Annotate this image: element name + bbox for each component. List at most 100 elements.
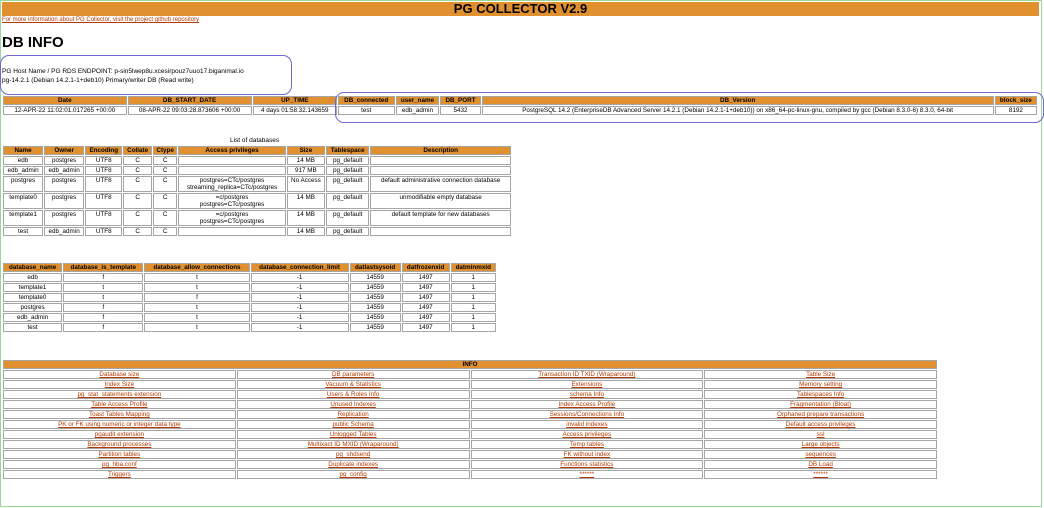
info-link[interactable]: pgaudit extension	[3, 430, 236, 439]
info-link[interactable]: Unlogged Tables	[236, 430, 470, 439]
info-link[interactable]: Table Access Profile	[3, 400, 236, 409]
info-link[interactable]: DB parameters	[236, 370, 470, 379]
info-link[interactable]: Triggers	[3, 470, 236, 479]
info-link[interactable]: pg_hba.conf	[3, 460, 236, 469]
info-link[interactable]: Tablespaces Info	[704, 390, 937, 399]
db_info-header: Date	[3, 96, 127, 105]
table-row: template1 t t -1 14559 1497 1	[3, 283, 496, 292]
info-link[interactable]: public Schema	[236, 420, 470, 429]
table-cell: UTF8	[85, 166, 123, 175]
info-link[interactable]: Multixact ID MXID (Wraparound)	[236, 440, 470, 449]
info-link[interactable]: PK or FK using numeric or integer data t…	[3, 420, 236, 429]
table-row: edb_admin edb_admin UTF8 C C 917 MB pg_default	[3, 166, 511, 175]
info-link[interactable]: Replication	[236, 410, 470, 419]
table-cell: No Access	[286, 176, 326, 192]
table-cell: f	[63, 303, 144, 312]
table-cell: C	[152, 166, 178, 175]
info-link[interactable]: ******	[704, 470, 937, 479]
info-link[interactable]: Index Access Profile	[470, 400, 704, 409]
table-cell: 1	[450, 313, 496, 322]
info-link[interactable]: Toast Tables Mapping	[3, 410, 236, 419]
info-link[interactable]: Access privileges	[470, 430, 704, 439]
host-highlight	[0, 55, 292, 95]
info-link[interactable]: pg_shdsend	[236, 450, 470, 459]
table-cell: edb_admin	[44, 227, 85, 236]
table-cell: template1	[3, 210, 44, 226]
table-cell: 08-APR-22 09:03:28.873606 +00:00	[127, 106, 252, 115]
table-cell: =c/postgres postgres=CTc/postgres	[178, 210, 286, 226]
table-cell: C	[152, 156, 178, 165]
table-cell: t	[144, 323, 250, 332]
info-link[interactable]: pg_config	[236, 470, 470, 479]
info-link[interactable]: Users & Roles Info	[236, 390, 470, 399]
info-link[interactable]: schema Info	[470, 390, 704, 399]
databases-header: Encoding	[85, 146, 123, 155]
info-link[interactable]: Database size	[3, 370, 236, 379]
info-link[interactable]: Large objects	[704, 440, 937, 449]
table-cell: UTF8	[85, 210, 123, 226]
info-link[interactable]: FK without index	[470, 450, 704, 459]
table-cell	[370, 166, 511, 175]
table-cell: t	[144, 313, 250, 322]
project-github-link[interactable]: For more information about PG Collector,…	[2, 17, 199, 23]
db_info-header: UP_TIME	[252, 96, 337, 105]
info-links-table: INFO Database size DB parameters Transacti…	[2, 359, 938, 480]
table-cell: 1	[450, 283, 496, 292]
info-link[interactable]: ******	[470, 470, 704, 479]
info-link[interactable]: Index Size	[3, 380, 236, 389]
table-cell: postgres=CTc/postgres streaming_replica=C…	[178, 176, 286, 192]
table-cell: UTF8	[85, 193, 123, 209]
info-title: INFO	[3, 360, 937, 369]
info-link[interactable]: Sessions/Connections Info	[470, 410, 704, 419]
table-row: test f t -1 14559 1497 1	[3, 323, 496, 332]
table-cell: 14559	[349, 303, 401, 312]
info-link[interactable]: pg_stat_statements extension	[3, 390, 236, 399]
table-cell: template0	[3, 193, 44, 209]
table-cell: 14 MB	[286, 210, 326, 226]
info-link[interactable]: Memory setting	[704, 380, 937, 389]
info-link[interactable]: Table Size	[704, 370, 937, 379]
info-link[interactable]: sequences	[704, 450, 937, 459]
info-row: Index Size Vacuum & Statistics Extensions M…	[3, 380, 937, 389]
table-cell: unmodifiable empty database	[370, 193, 511, 209]
info-link[interactable]: ssl	[704, 430, 937, 439]
info-row: pg_stat_statements extension Users & Role…	[3, 390, 937, 399]
table-cell	[178, 156, 286, 165]
info-link[interactable]: DB Load	[704, 460, 937, 469]
info-link[interactable]: Transaction ID TXID (Wraparound)	[470, 370, 704, 379]
table-cell: default administrative connection databa…	[370, 176, 511, 192]
table-cell: pg_default	[326, 166, 370, 175]
table-cell: pg_default	[326, 227, 370, 236]
info-link[interactable]: Partition tables	[3, 450, 236, 459]
info-row: Background processes Multixact ID MXID (W…	[3, 440, 937, 449]
info-link[interactable]: Default access privileges	[704, 420, 937, 429]
table-cell: 14 MB	[286, 156, 326, 165]
info-link[interactable]: Functions statistics	[470, 460, 704, 469]
info-link[interactable]: Background processes	[3, 440, 236, 449]
table-cell: C	[123, 176, 152, 192]
table-cell: edb_admin	[44, 166, 85, 175]
info-link[interactable]: Unused Indexes	[236, 400, 470, 409]
table-cell: -1	[250, 313, 349, 322]
table-cell: pg_default	[326, 210, 370, 226]
info-link[interactable]: invalid indexes	[470, 420, 704, 429]
table-cell: 14559	[349, 273, 401, 282]
info-link[interactable]: Duplicate indexes	[236, 460, 470, 469]
info-row: Partition tables pg_shdsend FK without ind…	[3, 450, 937, 459]
table-cell: postgres	[44, 176, 85, 192]
table-cell: f	[63, 313, 144, 322]
info-link[interactable]: Extensions	[470, 380, 704, 389]
db_stats-header: database_is_template	[63, 263, 144, 272]
db_info-header: DB_START_DATE	[127, 96, 252, 105]
table-cell: 1497	[401, 273, 450, 282]
info-row: pg_hba.conf Duplicate indexes Functions st…	[3, 460, 937, 469]
info-link[interactable]: Vacuum & Statistics	[236, 380, 470, 389]
databases-header: Description	[370, 146, 511, 155]
info-link[interactable]: Fragmentation (Bloat)	[704, 400, 937, 409]
info-link[interactable]: Orphaned prepare transactions	[704, 410, 937, 419]
info-row: Table Access Profile Unused Indexes Index …	[3, 400, 937, 409]
table-cell: UTF8	[85, 227, 123, 236]
info-link[interactable]: Temp tables	[470, 440, 704, 449]
table-cell: 4 days 01:58:32.143659	[252, 106, 337, 115]
table-cell: -1	[250, 283, 349, 292]
